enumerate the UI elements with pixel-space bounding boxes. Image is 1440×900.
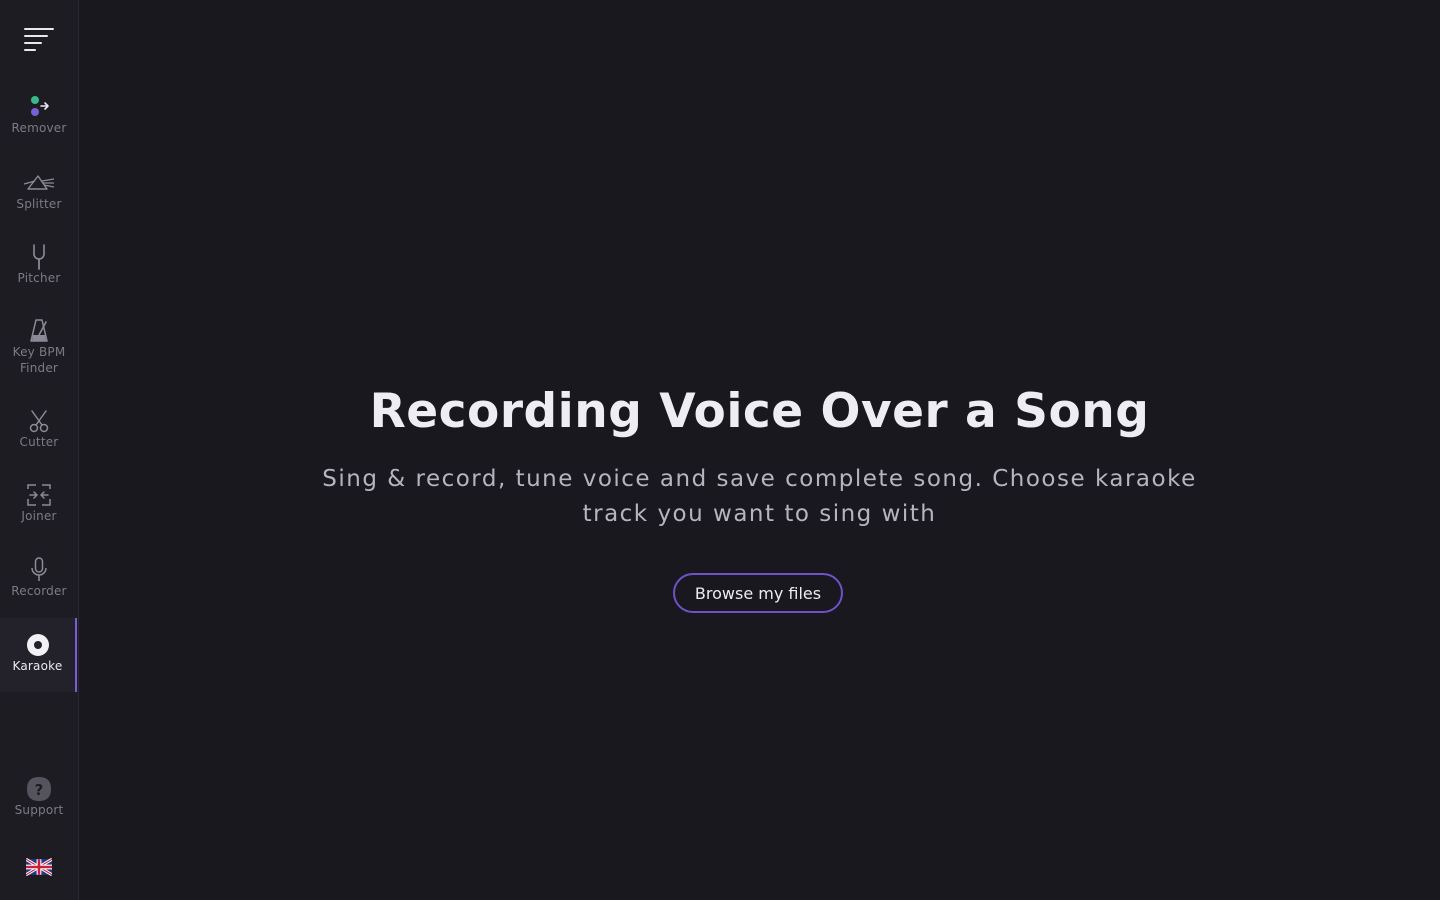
page-title: Recording Voice Over a Song xyxy=(369,384,1150,439)
sidebar-item-remover[interactable]: Remover xyxy=(0,94,78,146)
vinyl-record-icon xyxy=(26,634,49,656)
sidebar-item-label: Joiner xyxy=(21,509,57,523)
tuning-fork-icon xyxy=(33,244,45,270)
sidebar: Remover Splitter Pitcher Key BPM Finder … xyxy=(0,0,79,900)
main-content: Recording Voice Over a Song Sing & recor… xyxy=(79,0,1440,900)
sidebar-item-label: Cutter xyxy=(19,435,59,449)
sidebar-item-label: Pitcher xyxy=(17,271,61,285)
sidebar-item-pitcher[interactable]: Pitcher xyxy=(0,244,78,296)
uk-flag-icon[interactable] xyxy=(26,858,52,876)
svg-text:?: ? xyxy=(35,781,44,799)
scissors-icon xyxy=(29,410,49,433)
hamburger-menu-icon[interactable] xyxy=(24,28,56,52)
browse-files-button[interactable]: Browse my files xyxy=(673,573,843,613)
microphone-icon xyxy=(31,557,47,581)
page-subtitle: Sing & record, tune voice and save compl… xyxy=(322,466,1197,527)
sidebar-item-splitter[interactable]: Splitter xyxy=(0,170,78,222)
question-icon: ? xyxy=(27,777,51,801)
sidebar-item-karaoke[interactable]: Karaoke xyxy=(0,618,77,692)
join-arrows-icon xyxy=(27,484,51,506)
sidebar-item-joiner[interactable]: Joiner xyxy=(0,482,78,534)
sidebar-item-recorder[interactable]: Recorder xyxy=(0,557,78,609)
sidebar-item-label: Support xyxy=(14,803,64,817)
sidebar-item-label: Recorder xyxy=(11,584,67,598)
sidebar-item-label: Key BPM Finder xyxy=(12,345,66,375)
sidebar-item-key-bpm-finder[interactable]: Key BPM Finder xyxy=(0,318,78,386)
metronome-icon xyxy=(30,319,48,342)
sidebar-item-label: Remover xyxy=(11,121,67,135)
app-root: Remover Splitter Pitcher Key BPM Finder … xyxy=(0,0,1440,900)
sidebar-item-cutter[interactable]: Cutter xyxy=(0,408,78,460)
sidebar-item-label: Splitter xyxy=(16,197,62,211)
sidebar-item-support[interactable]: ? Support xyxy=(0,776,78,828)
sidebar-item-label: Karaoke xyxy=(12,659,63,673)
prism-splitter-icon xyxy=(23,175,55,190)
vocal-remover-icon xyxy=(31,96,49,116)
